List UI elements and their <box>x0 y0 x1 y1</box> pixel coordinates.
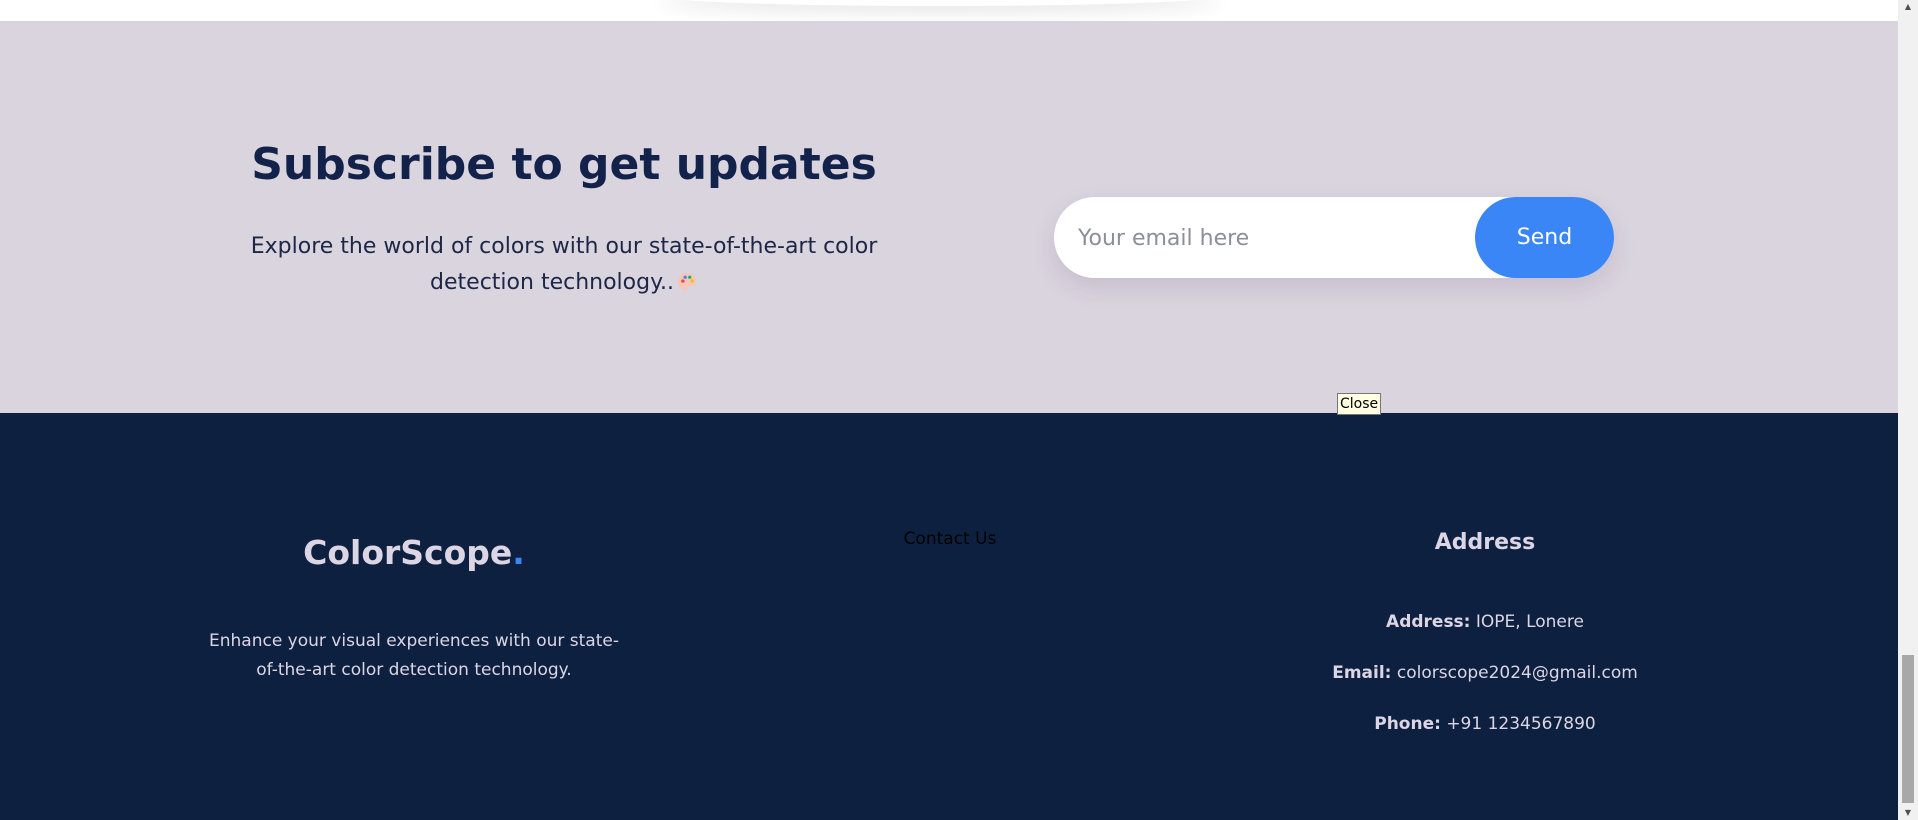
scroll-down-arrow-icon[interactable]: ▼ <box>1898 806 1918 820</box>
subscribe-description: Explore the world of colors with our sta… <box>214 229 914 301</box>
email-label: Email: <box>1332 663 1392 683</box>
brand-description: Enhance your visual experiences with our… <box>208 631 619 680</box>
footer: ColorScope. Enhance your visual experien… <box>0 413 1898 820</box>
palette-icon <box>677 272 697 291</box>
scroll-up-arrow-icon[interactable]: ▲ <box>1898 0 1918 14</box>
phone-line: Phone: +91 1234567890 <box>1285 714 1685 734</box>
phone-value[interactable]: +91 1234567890 <box>1446 714 1595 734</box>
send-button[interactable]: Send <box>1475 197 1614 278</box>
address-line: Address: IOPE, Lonere <box>1285 612 1685 632</box>
phone-label: Phone: <box>1374 714 1441 734</box>
address-value: IOPE, Lonere <box>1475 612 1584 632</box>
brand-dot: . <box>512 533 525 572</box>
previous-section-bottom <box>0 0 1898 21</box>
subscribe-section: Subscribe to get updates Explore the wor… <box>0 21 1898 413</box>
subscribe-form: Send <box>1054 197 1614 280</box>
address-label: Address: <box>1386 612 1471 632</box>
subscribe-description-text: Explore the world of colors with our sta… <box>250 234 878 295</box>
brand-logo[interactable]: ColorScope. <box>214 533 614 572</box>
address-heading: Address <box>1434 530 1536 555</box>
email-value[interactable]: colorscope2024@gmail.com <box>1397 663 1638 683</box>
contact-us-link[interactable]: Contact Us <box>880 529 1020 549</box>
email-input[interactable] <box>1076 197 1480 280</box>
page: Subscribe to get updates Explore the wor… <box>0 0 1918 820</box>
page-scrollbar[interactable]: ▲ ▼ <box>1898 0 1918 820</box>
previous-card-shadow <box>660 0 1220 6</box>
subscribe-title: Subscribe to get updates <box>251 139 877 190</box>
email-line: Email: colorscope2024@gmail.com <box>1285 663 1685 683</box>
close-tooltip: Close <box>1337 393 1382 415</box>
brand-name: ColorScope <box>303 533 513 572</box>
scrollbar-thumb[interactable] <box>1902 655 1914 803</box>
